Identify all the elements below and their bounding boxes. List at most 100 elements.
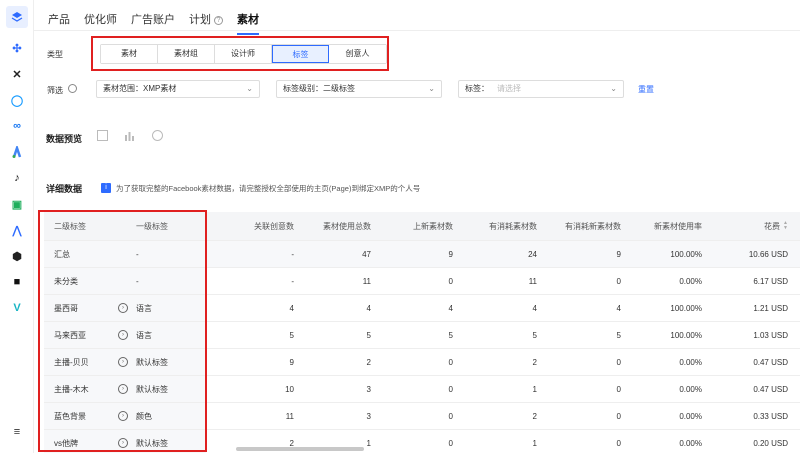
google-ads-icon[interactable]	[9, 144, 25, 160]
cell-spending-new-materials: 0	[616, 357, 621, 367]
left-rail: ✣ ✕ ◯ ∞ ♪ ▣ ⋀ ⬢ ■ V ≡	[0, 0, 34, 453]
highlight-box-tag-columns	[38, 210, 207, 452]
col-header-spending-materials[interactable]: 有消耗素材数	[453, 212, 537, 240]
info-icon: i	[101, 183, 111, 193]
cell-new-materials: 5	[448, 330, 453, 340]
sort-icon[interactable]: ▲ ▼	[783, 221, 788, 231]
cell-new-material-rate: 0.00%	[679, 276, 702, 286]
cell-new-material-rate: 0.00%	[679, 411, 702, 421]
cell-spending-new-materials: 9	[616, 249, 621, 259]
cell-spending-materials: 5	[532, 330, 537, 340]
tab-label: 素材	[237, 14, 259, 26]
help-icon[interactable]: ?	[214, 15, 223, 25]
cell-spending-new-materials: 0	[616, 411, 621, 421]
cell-spending-materials: 2	[532, 411, 537, 421]
tab-divider	[34, 30, 800, 31]
cell-spending-materials: 1	[532, 384, 537, 394]
filter-settings-icon[interactable]	[68, 84, 77, 93]
tiktok-icon[interactable]: ♪	[9, 170, 25, 186]
cell-related-creatives: 9	[289, 357, 294, 367]
menu-icon[interactable]: ≡	[9, 424, 25, 440]
cell-spend: 1.21 USD	[753, 303, 788, 313]
col-header-related-creatives[interactable]: 关联创意数	[214, 212, 294, 240]
layers-icon[interactable]	[6, 6, 28, 28]
table-view-icon[interactable]	[97, 130, 108, 141]
info-notice: 为了获取完整的Facebook素材数据，请完整授权全部使用的主页(Page)到绑…	[116, 184, 421, 193]
snap-icon[interactable]: ■	[9, 274, 25, 290]
bar-chart-icon[interactable]	[124, 130, 135, 141]
cell-new-material-rate: 100.00%	[670, 303, 702, 313]
cell-material-total: 5	[366, 330, 371, 340]
cell-spend: 6.17 USD	[753, 276, 788, 286]
cell-material-total: 11	[362, 276, 371, 286]
tag-level-select[interactable]: 标签级别：二级标签 ⌄	[276, 80, 442, 98]
tab-product[interactable]: 产品	[48, 10, 70, 30]
cell-material-total: 3	[366, 384, 371, 394]
cell-related-creatives: 10	[285, 384, 294, 394]
col-header-new-material-rate[interactable]: 新素材使用率	[621, 212, 702, 240]
meta-icon[interactable]: ∞	[9, 118, 25, 134]
cell-spending-materials: 1	[532, 438, 537, 448]
o-platform-icon[interactable]: ◯	[9, 92, 25, 108]
v-platform-icon[interactable]: V	[9, 300, 25, 316]
tab-ad-account[interactable]: 广告账户	[131, 10, 175, 30]
cell-new-material-rate: 0.00%	[679, 438, 702, 448]
col-header-spend[interactable]: 花费 ▲ ▼	[702, 212, 788, 240]
cell-spending-materials: 2	[532, 357, 537, 367]
cell-new-material-rate: 0.00%	[679, 357, 702, 367]
col-header-spending-new-materials[interactable]: 有消耗新素材数	[537, 212, 621, 240]
cell-spending-new-materials: 0	[616, 276, 621, 286]
cell-spend: 0.47 USD	[753, 384, 788, 394]
cell-spend: 10.66 USD	[748, 249, 788, 259]
cell-related-creatives: 11	[285, 411, 294, 421]
select-label: 标签：	[465, 84, 489, 93]
cell-new-materials: 0	[448, 411, 453, 421]
cell-spending-new-materials: 4	[616, 303, 621, 313]
pie-chart-icon[interactable]	[152, 130, 163, 141]
ad-platform-icon[interactable]: ✣	[9, 40, 25, 56]
tab-label: 广告账户	[131, 14, 175, 26]
cell-material-total: 47	[362, 249, 371, 259]
preview-title: 数据预览	[46, 134, 83, 144]
cell-new-materials: 4	[448, 303, 453, 313]
a-platform-icon[interactable]: ⋀	[9, 222, 25, 238]
tab-label: 产品	[48, 14, 70, 26]
chevron-down-icon: ⌄	[246, 84, 253, 93]
cell-new-material-rate: 100.00%	[670, 330, 702, 340]
cell-new-material-rate: 0.00%	[679, 384, 702, 394]
cell-spend: 1.03 USD	[753, 330, 788, 340]
reset-button[interactable]: 重置	[638, 84, 654, 95]
x-platform-icon[interactable]: ✕	[9, 66, 25, 82]
tab-label: 优化师	[84, 14, 117, 26]
cell-new-materials: 0	[448, 276, 453, 286]
select-placeholder: 请选择	[497, 84, 521, 93]
horizontal-scrollbar[interactable]	[236, 447, 364, 451]
top-tabs: 产品 优化师 广告账户 计划? 素材	[48, 10, 273, 35]
cell-material-total: 4	[366, 303, 371, 313]
tab-material[interactable]: 素材	[237, 10, 259, 35]
cube-icon[interactable]: ⬢	[9, 248, 25, 264]
cell-spending-materials: 24	[528, 249, 537, 259]
col-header-label: 花费	[764, 221, 781, 231]
select-value: 素材范围：XMP素材	[103, 84, 177, 93]
cell-related-creatives: 4	[289, 303, 294, 313]
cell-spend: 0.20 USD	[753, 438, 788, 448]
cell-new-materials: 0	[448, 384, 453, 394]
cell-new-materials: 9	[448, 249, 453, 259]
highlight-box-type	[91, 36, 389, 71]
material-range-select[interactable]: 素材范围：XMP素材 ⌄	[96, 80, 260, 98]
cell-related-creatives: -	[291, 249, 294, 259]
tag-select[interactable]: 标签： 请选择 ⌄	[458, 80, 624, 98]
tab-label: 计划	[189, 14, 211, 26]
cell-spend: 0.33 USD	[753, 411, 788, 421]
cell-spending-new-materials: 5	[616, 330, 621, 340]
cell-spend: 0.47 USD	[753, 357, 788, 367]
tab-optimizer[interactable]: 优化师	[84, 10, 117, 30]
tab-plan[interactable]: 计划?	[189, 10, 223, 30]
col-header-new-materials[interactable]: 上新素材数	[371, 212, 453, 240]
type-label: 类型	[47, 50, 63, 59]
doc-icon[interactable]: ▣	[9, 196, 25, 212]
col-header-material-total[interactable]: 素材使用总数	[294, 212, 371, 240]
cell-spending-materials: 11	[528, 276, 537, 286]
cell-spending-materials: 4	[532, 303, 537, 313]
